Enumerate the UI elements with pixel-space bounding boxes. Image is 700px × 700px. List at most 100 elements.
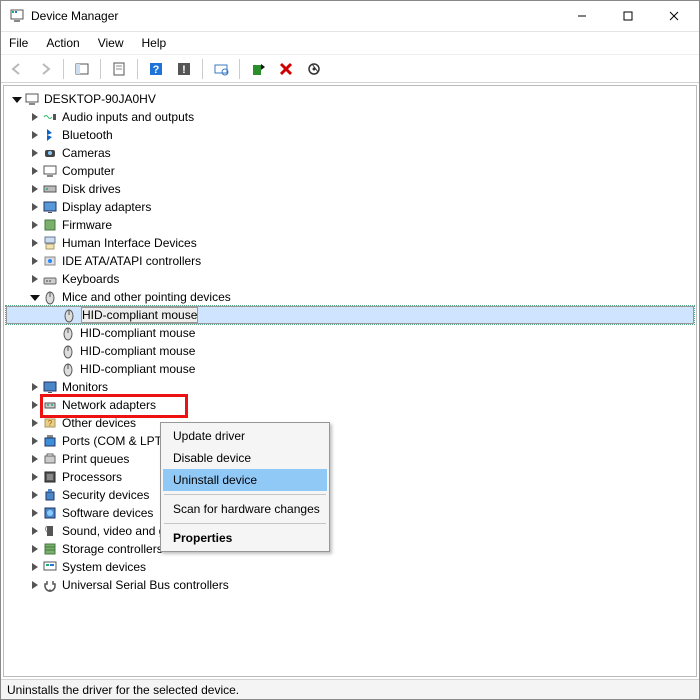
tree-cat-6-icon: [42, 217, 58, 233]
tree-cat-22-label: Universal Serial Bus controllers: [62, 578, 229, 592]
tree-cat-17[interactable]: Security devices: [6, 486, 694, 504]
tree-cat-2-label: Cameras: [62, 146, 111, 160]
tree-cat-21[interactable]: System devices: [6, 558, 694, 576]
close-button[interactable]: [651, 1, 697, 31]
window-title: Device Manager: [31, 9, 559, 23]
tree-cat-17-label: Security devices: [62, 488, 149, 502]
tree-cat-13[interactable]: ? Other devices: [6, 414, 694, 432]
properties-button[interactable]: [107, 58, 131, 80]
tree-cat-3-label: Computer: [62, 164, 115, 178]
device-manager-window: Device Manager File Action View Help ? !…: [0, 0, 700, 700]
tree-cat-0-icon: [42, 109, 58, 125]
context-menu: Update driver Disable device Uninstall d…: [160, 422, 330, 552]
help-button[interactable]: ?: [144, 58, 168, 80]
context-menu-update-driver[interactable]: Update driver: [163, 425, 327, 447]
status-bar: Uninstalls the driver for the selected d…: [1, 679, 699, 699]
show-hide-console-tree-button[interactable]: [70, 58, 94, 80]
tree-cat-4-icon: [42, 181, 58, 197]
tree-cat-16[interactable]: Processors: [6, 468, 694, 486]
tree-cat-4-label: Disk drives: [62, 182, 121, 196]
tree-cat-20-label: Storage controllers: [62, 542, 163, 556]
context-menu-uninstall-device[interactable]: Uninstall device: [163, 469, 327, 491]
tree-cat-5[interactable]: Display adapters: [6, 198, 694, 216]
scan-hardware-button[interactable]: [209, 58, 233, 80]
tree-cat-13-label: Other devices: [62, 416, 136, 430]
tree-cat-13-icon: ?: [42, 415, 58, 431]
tree-cat-11[interactable]: Monitors: [6, 378, 694, 396]
tree-cat-19-icon: [42, 523, 58, 539]
tree-cat-7[interactable]: Human Interface Devices: [6, 234, 694, 252]
tree-cat-1[interactable]: Bluetooth: [6, 126, 694, 144]
uninstall-button[interactable]: [274, 58, 298, 80]
tree-cat-5-icon: [42, 199, 58, 215]
tree-cat-6-label: Firmware: [62, 218, 112, 232]
back-button[interactable]: [5, 58, 29, 80]
tree-cat-12-icon: [42, 397, 58, 413]
tree-mouse-0-icon: [61, 307, 77, 323]
tree-cat-20[interactable]: Storage controllers: [6, 540, 694, 558]
tree-cat-15[interactable]: Print queues: [6, 450, 694, 468]
tree-cat-10[interactable]: Mice and other pointing devices: [6, 288, 694, 306]
tree-cat-9-label: Keyboards: [62, 272, 119, 286]
tree-cat-16-icon: [42, 469, 58, 485]
tree-cat-12[interactable]: Network adapters: [6, 396, 694, 414]
tree-cat-0-label: Audio inputs and outputs: [62, 110, 194, 124]
tree-mouse-2[interactable]: HID-compliant mouse: [6, 342, 694, 360]
tree-cat-10-label: Mice and other pointing devices: [62, 290, 231, 304]
tree-cat-9-icon: [42, 271, 58, 287]
app-icon: [9, 8, 25, 24]
tree-cat-18[interactable]: Software devices: [6, 504, 694, 522]
titlebar: Device Manager: [1, 1, 699, 31]
tree-mouse-2-label: HID-compliant mouse: [80, 344, 195, 358]
menubar: File Action View Help: [1, 31, 699, 55]
tree-cat-21-icon: [42, 559, 58, 575]
tree-cat-14[interactable]: Ports (COM & LPT): [6, 432, 694, 450]
tree-cat-15-icon: [42, 451, 58, 467]
tree-cat-19[interactable]: Sound, video and game controllers: [6, 522, 694, 540]
device-tree-panel[interactable]: DESKTOP-90JA0HV Audio inputs and outputs B…: [3, 85, 697, 677]
tree-mouse-3[interactable]: HID-compliant mouse: [6, 360, 694, 378]
disable-button[interactable]: [302, 58, 326, 80]
tree-cat-8[interactable]: IDE ATA/ATAPI controllers: [6, 252, 694, 270]
tree-root[interactable]: DESKTOP-90JA0HV: [6, 90, 694, 108]
forward-button[interactable]: [33, 58, 57, 80]
tree-cat-21-label: System devices: [62, 560, 146, 574]
tree-mouse-0[interactable]: HID-compliant mouse: [6, 306, 694, 324]
tree-cat-7-label: Human Interface Devices: [62, 236, 197, 250]
tree-cat-22[interactable]: Universal Serial Bus controllers: [6, 576, 694, 594]
menu-action[interactable]: Action: [44, 34, 81, 52]
context-menu-disable-device[interactable]: Disable device: [163, 447, 327, 469]
tree-cat-2[interactable]: Cameras: [6, 144, 694, 162]
add-legacy-hardware-button[interactable]: [246, 58, 270, 80]
tree-cat-12-label: Network adapters: [62, 398, 156, 412]
tree-mouse-1[interactable]: HID-compliant mouse: [6, 324, 694, 342]
tree-mouse-2-icon: [60, 343, 76, 359]
tree-mouse-1-label: HID-compliant mouse: [80, 326, 195, 340]
tree-cat-6[interactable]: Firmware: [6, 216, 694, 234]
tree-cat-0[interactable]: Audio inputs and outputs: [6, 108, 694, 126]
menu-file[interactable]: File: [7, 34, 30, 52]
context-menu-properties[interactable]: Properties: [163, 527, 327, 549]
menu-view[interactable]: View: [96, 34, 126, 52]
tree-cat-3[interactable]: Computer: [6, 162, 694, 180]
maximize-button[interactable]: [605, 1, 651, 31]
action-center-button[interactable]: !: [172, 58, 196, 80]
tree-cat-4[interactable]: Disk drives: [6, 180, 694, 198]
tree-cat-20-icon: [42, 541, 58, 557]
tree-cat-17-icon: [42, 487, 58, 503]
tree-cat-14-icon: [42, 433, 58, 449]
tree-cat-8-label: IDE ATA/ATAPI controllers: [62, 254, 201, 268]
tree-cat-18-label: Software devices: [62, 506, 153, 520]
tree-cat-1-icon: [42, 127, 58, 143]
svg-text:!: !: [182, 64, 186, 76]
tree-cat-16-label: Processors: [62, 470, 122, 484]
tree-cat-8-icon: [42, 253, 58, 269]
svg-text:?: ?: [153, 64, 160, 76]
minimize-button[interactable]: [559, 1, 605, 31]
toolbar: ? !: [1, 55, 699, 83]
tree-cat-9[interactable]: Keyboards: [6, 270, 694, 288]
menu-help[interactable]: Help: [140, 34, 169, 52]
tree-cat-7-icon: [42, 235, 58, 251]
context-menu-scan[interactable]: Scan for hardware changes: [163, 498, 327, 520]
status-text: Uninstalls the driver for the selected d…: [7, 683, 239, 697]
